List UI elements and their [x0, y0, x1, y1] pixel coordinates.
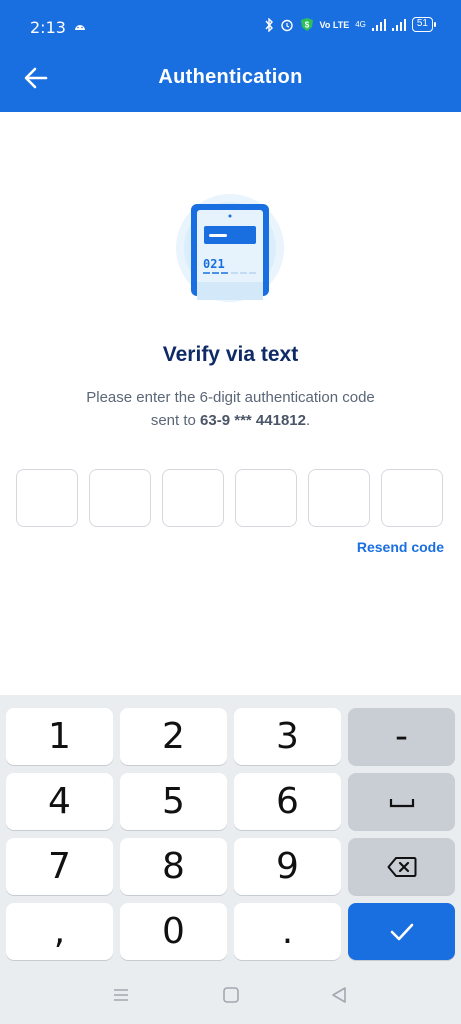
network-type: 4G [355, 20, 366, 29]
description-line1: Please enter the 6-digit authentication … [86, 389, 375, 406]
space-icon [389, 798, 414, 807]
key-minus[interactable]: - [348, 708, 455, 765]
key-7[interactable]: 7 [6, 838, 113, 895]
key-backspace[interactable] [348, 838, 455, 895]
illustration-code: 021 [203, 257, 225, 271]
otp-digit-5[interactable] [308, 469, 370, 527]
description-prefix: sent to [150, 412, 201, 429]
bluetooth-icon [264, 17, 273, 32]
status-time: 2:13 [30, 18, 66, 37]
back-triangle-icon[interactable] [330, 986, 348, 1004]
page-title: Authentication [158, 66, 303, 88]
volte-indicator: Vo LTE [319, 19, 350, 30]
key-2[interactable]: 2 [120, 708, 227, 765]
home-square-icon[interactable] [222, 986, 240, 1004]
menu-icon[interactable] [112, 986, 130, 1004]
otp-code-row [16, 469, 443, 527]
key-3[interactable]: 3 [234, 708, 341, 765]
otp-digit-2[interactable] [89, 469, 151, 527]
key-comma[interactable]: , [6, 903, 113, 960]
key-period[interactable]: . [234, 903, 341, 960]
app-bar: 2:13 $ Vo LTE 4G 51 Authentication [0, 0, 461, 112]
key-0[interactable]: 0 [120, 903, 227, 960]
backspace-icon [387, 856, 416, 877]
key-9[interactable]: 9 [234, 838, 341, 895]
alarm-icon [280, 19, 293, 31]
key-space[interactable] [348, 773, 455, 830]
otp-digit-6[interactable] [381, 469, 443, 527]
masked-phone-number: 63-9 *** 441812 [200, 412, 306, 429]
phone-sms-illustration: 021 [176, 194, 284, 302]
otp-digit-4[interactable] [235, 469, 297, 527]
description-suffix: . [305, 412, 311, 429]
resend-code-link[interactable]: Resend code [357, 539, 444, 555]
signal-icon-1 [371, 18, 386, 31]
key-6[interactable]: 6 [234, 773, 341, 830]
otp-digit-1[interactable] [16, 469, 78, 527]
signal-icon-2 [391, 18, 406, 31]
verify-heading: Verify via text [162, 343, 299, 366]
key-4[interactable]: 4 [6, 773, 113, 830]
battery-indicator: 51 [411, 17, 437, 32]
key-5[interactable]: 5 [120, 773, 227, 830]
check-icon [390, 923, 413, 940]
status-bar: 2:13 $ Vo LTE 4G 51 [0, 0, 461, 54]
android-icon [75, 25, 85, 30]
verify-description: Please enter the 6-digit authentication … [40, 386, 421, 432]
shield-app-icon: $ [300, 18, 313, 31]
key-1[interactable]: 1 [6, 708, 113, 765]
key-done[interactable] [348, 903, 455, 960]
key-8[interactable]: 8 [120, 838, 227, 895]
numeric-keyboard: 1 2 3 - 4 5 6 7 8 9 , 0 . [0, 695, 461, 968]
system-nav-bar [0, 968, 461, 1024]
otp-digit-3[interactable] [162, 469, 224, 527]
svg-text:$: $ [304, 21, 309, 30]
